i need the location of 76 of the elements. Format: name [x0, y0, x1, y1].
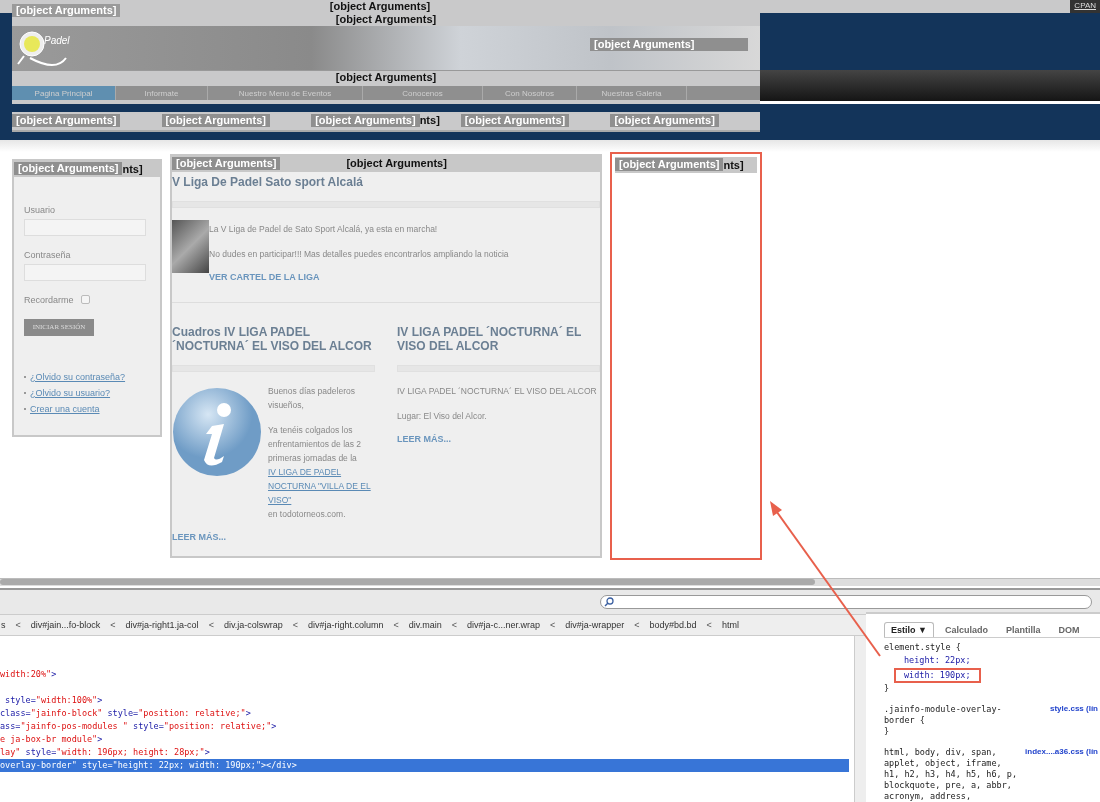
article-text: Buenos días padeleros visueños, — [268, 384, 356, 412]
css-selector: html, body, div, span, applet, object, iframe, h1, h2, h3, h4, h5, h6, p, blockquote, pre, a, abbr, acronym, address, — [884, 747, 1019, 802]
breadcrumb-item[interactable]: html — [721, 620, 739, 630]
search-field[interactable] — [600, 595, 1092, 609]
breadcrumb-separator: < — [550, 620, 556, 630]
code-line[interactable]: class="jainfo-block" style="position: relative;"> — [0, 707, 849, 720]
breadcrumb-item[interactable]: div#ja-right.column — [308, 620, 384, 630]
style-tab[interactable]: Plantilla — [998, 622, 1048, 637]
breadcrumb-item[interactable]: s — [1, 620, 6, 630]
breadcrumb-separator: < — [706, 620, 712, 630]
css-property: height: 22px; — [903, 654, 972, 667]
breadcrumb-item[interactable]: div#jain...fo-block — [30, 620, 101, 630]
breadcrumb-item[interactable]: div.ja-colswrap — [223, 620, 283, 630]
breadcrumb-separator: < — [208, 620, 214, 630]
overlay-label: [object Arguments] — [615, 158, 724, 171]
breadcrumb-separator: < — [393, 620, 399, 630]
article-text: Lugar: El Viso del Alcor. — [397, 409, 488, 423]
style-tab[interactable]: DOM — [1051, 622, 1087, 637]
css-selector: element.style { — [884, 642, 962, 653]
remember-checkbox[interactable] — [80, 295, 90, 304]
css-selector: .jainfo-module-overlay-border { — [884, 704, 1003, 726]
overlay-label: [object Arguments] — [335, 13, 437, 26]
breadcrumb-item[interactable]: div#ja-wrapper — [565, 620, 625, 630]
article-text: IV LIGA PADEL ´NOCTURNA´ EL VISO DEL ALCOR — [397, 384, 597, 398]
poster-placeholder — [172, 219, 209, 273]
breadcrumb-separator: < — [292, 620, 298, 630]
css-brace: } — [884, 683, 890, 694]
module-title: nts] — [122, 162, 143, 175]
overlay-label: [object Arguments] — [14, 162, 123, 175]
code-line[interactable]: e ja-box-br module"> — [0, 733, 849, 746]
module-title: nts] — [419, 114, 440, 128]
overlay-label: [object Arguments] — [161, 114, 271, 128]
overlay-label: [object Arguments] — [12, 114, 121, 128]
css-property: width: 190px; — [894, 668, 981, 683]
module-title: nts] — [723, 158, 744, 171]
overlay-label: [object Arguments] — [12, 4, 121, 17]
article-text: No dudes en participar!!! Mas detalles puedes encontrarlos ampliando la noticia — [209, 247, 509, 261]
field-label: Recordarme — [24, 294, 74, 305]
info-icon — [172, 385, 262, 478]
overlay-label: [object Arguments] — [610, 114, 719, 128]
breadcrumb-separator: < — [110, 620, 116, 630]
breadcrumb-separator: < — [451, 620, 457, 630]
article-text: La V Liga de Padel de Sato Sport Alcalá, ya esta en marcha! — [209, 222, 439, 236]
breadcrumb-item[interactable]: body#bd.bd — [649, 620, 697, 630]
scrollbar[interactable] — [854, 636, 866, 802]
source-link[interactable]: index....a36.css (lín — [1025, 747, 1098, 802]
overlay-label: [object Arguments] — [311, 114, 420, 128]
article-text: en todotorneos.com. — [268, 507, 347, 521]
breadcrumb-separator: < — [15, 620, 21, 630]
source-link[interactable]: style.css (lín — [1049, 704, 1098, 726]
article-title: V Liga De Padel Sato sport Alcalá — [172, 174, 364, 189]
article-title: Cuadros IV LIGA PADEL ´NOCTURNA´ EL VISO DEL ALCOR — [172, 324, 373, 353]
css-brace: } — [884, 726, 890, 737]
overlay-label: [object Arguments] — [335, 71, 437, 84]
article-text: Ya tenéis colgados los enfrentamientos de las 2 primeras jornadas de la — [268, 423, 363, 465]
style-tab[interactable]: Calculado — [937, 622, 995, 637]
scrollbar-thumb[interactable] — [0, 579, 815, 585]
overlay-label: [object Arguments] — [329, 0, 431, 13]
overlay-label: [object Arguments] — [346, 157, 447, 170]
breadcrumb-item[interactable]: div.main — [408, 620, 442, 630]
code-line[interactable]: style="width:100%"> — [0, 694, 849, 707]
search-icon — [604, 597, 614, 607]
overlay-label: [object Arguments] — [172, 157, 281, 170]
code-line[interactable]: width:20%"> — [0, 668, 849, 681]
breadcrumb-separator: < — [634, 620, 640, 630]
field-label: Contraseña — [24, 249, 72, 260]
overlay-label: [object Arguments] — [460, 114, 570, 128]
logo-drawing: Padel — [16, 28, 96, 68]
breadcrumb-item[interactable]: div#ja-c...ner.wrap — [466, 620, 540, 630]
style-tab[interactable]: Estilo ▼ — [884, 622, 934, 637]
cpanel-link[interactable]: CPAN — [1070, 0, 1100, 13]
field-label: Usuario — [24, 204, 56, 215]
article-title: IV LIGA PADEL ´NOCTURNA´ EL VISO DEL ALCOR — [397, 324, 583, 353]
code-line[interactable]: lay" style="width: 196px; height: 28px;"> — [0, 746, 849, 759]
code-line[interactable]: ass="jainfo-pos-modules " style="position: relative;"> — [0, 720, 849, 733]
breadcrumb-item[interactable]: div#ja-right1.ja-col — [125, 620, 199, 630]
